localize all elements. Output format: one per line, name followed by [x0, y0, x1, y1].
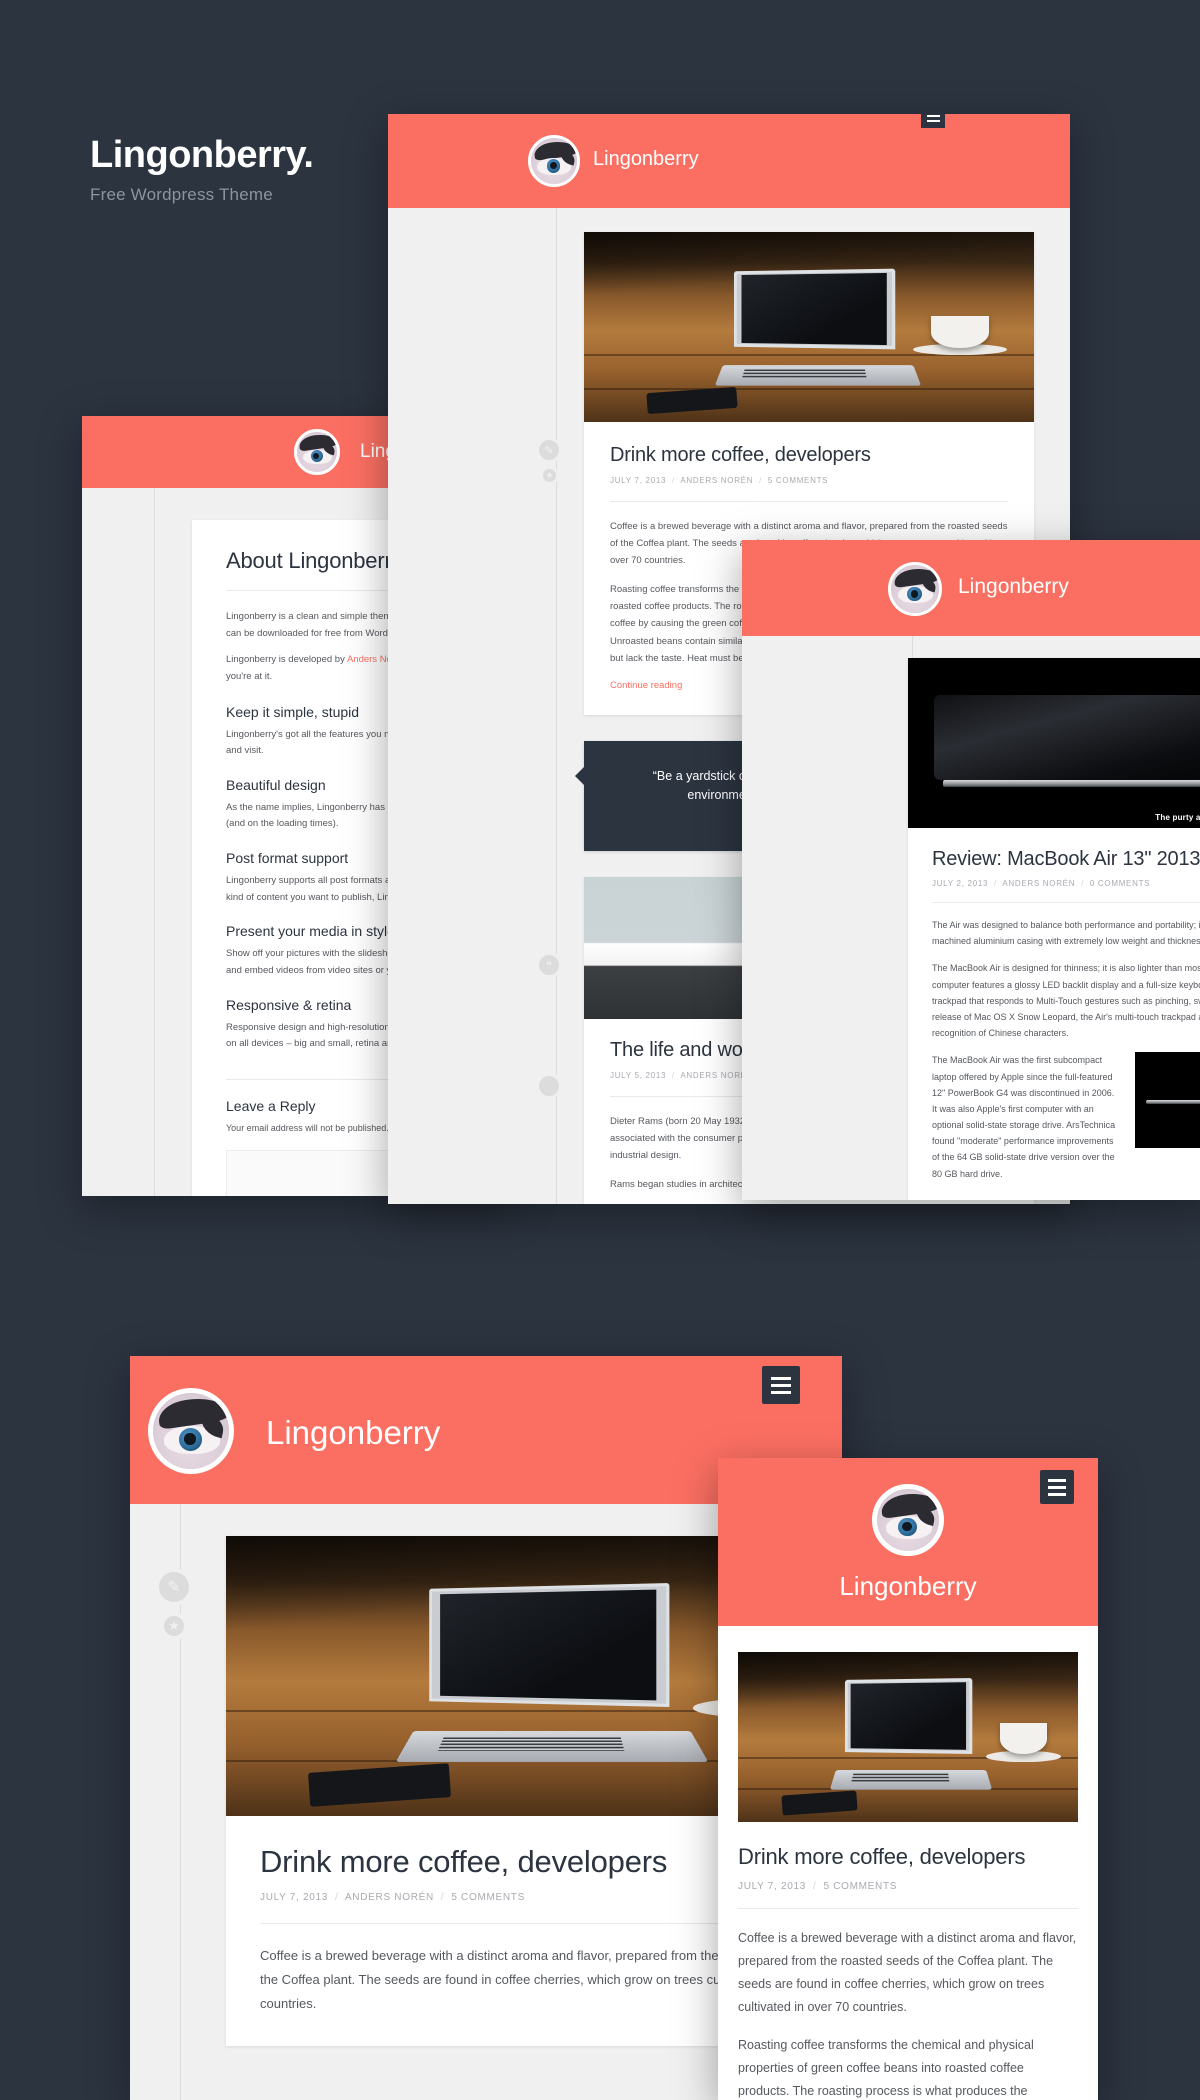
site-header-mobile: Lingonberry	[718, 1458, 1098, 1626]
menu-button[interactable]	[762, 1366, 800, 1404]
post-meta: JULY 7, 2013 / 5 COMMENTS	[738, 1881, 1078, 1892]
post-date: JULY 2, 2013	[932, 879, 989, 888]
post-date: JULY 7, 2013	[738, 1881, 807, 1892]
post-paragraph: Roasting coffee transforms the chemical …	[738, 2037, 1034, 2098]
hamburger-icon	[771, 1376, 791, 1380]
window-macbook-review: Lingonberry The purty aluminium lines of…	[742, 540, 1200, 1200]
hamburger-icon	[1048, 1478, 1066, 1482]
avatar	[294, 429, 340, 475]
menu-button[interactable]	[921, 114, 945, 128]
post-meta: JULY 2, 2013 / ANDERS NORÉN / 0 COMMENTS	[932, 879, 1200, 888]
post-date: JULY 7, 2013	[260, 1892, 329, 1903]
hamburger-icon	[1048, 1492, 1066, 1496]
post-paragraph: The MacBook Air is designed for thinness…	[932, 963, 1200, 1039]
hamburger-icon	[771, 1383, 791, 1387]
post-date: JULY 5, 2013	[610, 1070, 667, 1080]
site-title[interactable]: Lingonberry	[718, 1571, 1098, 1602]
post-title[interactable]: Review: MacBook Air 13" 2013	[932, 848, 1200, 871]
post-author[interactable]: ANDERS NORÉN	[1002, 879, 1075, 888]
post-paragraph: Coffee is a brewed beverage with a disti…	[738, 1931, 1077, 2015]
meta-separator: /	[331, 1892, 342, 1903]
timeline-dot-icon[interactable]	[536, 1073, 562, 1099]
promo-block: Lingonberry. Free Wordpress Theme	[90, 134, 314, 205]
post-meta: JULY 7, 2013 / ANDERS NORÉN / 5 COMMENTS	[610, 476, 1008, 485]
avatar	[148, 1388, 234, 1474]
meta-separator: /	[991, 879, 1000, 888]
page-subtitle: Free Wordpress Theme	[90, 184, 273, 204]
site-header-blog: Lingonberry	[388, 114, 1070, 208]
post-paragraph: The Air was designed to balance both per…	[932, 920, 1200, 947]
hamburger-icon	[1048, 1485, 1066, 1489]
post-author[interactable]: ANDERS NORÉN	[345, 1892, 434, 1903]
avatar	[872, 1484, 944, 1556]
post-title[interactable]: Drink more coffee, developers	[738, 1844, 1078, 1870]
timeline-quote-icon[interactable]: ❝	[536, 952, 562, 978]
meta-separator: /	[1078, 879, 1087, 888]
inline-macbook-photo[interactable]	[1135, 1052, 1200, 1149]
post-comments[interactable]: 5 COMMENTS	[451, 1892, 525, 1903]
timeline-edit-icon[interactable]: ✎	[155, 1568, 193, 1606]
meta-separator: /	[809, 1881, 820, 1892]
site-title[interactable]: Lingonberry	[593, 148, 699, 171]
poster-canvas: Lingonberry. Free Wordpress Theme Lingon…	[0, 0, 1200, 2100]
hamburger-icon	[771, 1390, 791, 1394]
avatar	[888, 562, 942, 616]
page-title: Lingonberry.	[90, 134, 314, 176]
site-title[interactable]: Lingonberry	[958, 575, 1069, 599]
timeline-edit-icon[interactable]: ✎	[536, 437, 562, 463]
hamburger-icon	[926, 120, 940, 122]
meta-separator: /	[669, 476, 678, 485]
photo-caption: The purty aluminium lines of the MacBook…	[1155, 813, 1200, 822]
site-title[interactable]: Lingonberry	[266, 1414, 440, 1452]
post-card-macbook: The purty aluminium lines of the MacBook…	[908, 658, 1200, 1200]
menu-button[interactable]	[1040, 1470, 1074, 1504]
timeline-star-icon[interactable]: ★	[160, 1612, 188, 1640]
timeline-line	[556, 208, 557, 1204]
hamburger-icon	[926, 115, 940, 117]
post-comments[interactable]: 5 COMMENTS	[823, 1881, 897, 1892]
window-mobile: Lingonberry Drink more coffee, developer…	[718, 1458, 1098, 2100]
post-paragraph: The MacBook Air was the first subcompact…	[932, 1055, 1116, 1179]
site-header-review: Lingonberry	[742, 540, 1200, 636]
post-thumbnail[interactable]	[738, 1652, 1078, 1822]
timeline-star-icon[interactable]: ★	[540, 466, 559, 485]
meta-separator: /	[669, 1070, 678, 1080]
post-date: JULY 7, 2013	[610, 476, 667, 485]
meta-separator: /	[437, 1892, 448, 1903]
post-thumbnail[interactable]	[584, 232, 1034, 422]
avatar	[528, 135, 580, 187]
post-title[interactable]: Drink more coffee, developers	[610, 444, 1008, 467]
timeline-line	[154, 488, 155, 1196]
meta-separator: /	[756, 476, 765, 485]
post-thumbnail[interactable]: The purty aluminium lines of the MacBook…	[908, 658, 1200, 828]
post-comments[interactable]: 0 COMMENTS	[1090, 879, 1150, 888]
post-author[interactable]: ANDERS NORÉN	[680, 476, 753, 485]
about-intro-2-before: Lingonberry is developed by	[226, 654, 347, 666]
post-comments[interactable]: 5 COMMENTS	[768, 476, 828, 485]
